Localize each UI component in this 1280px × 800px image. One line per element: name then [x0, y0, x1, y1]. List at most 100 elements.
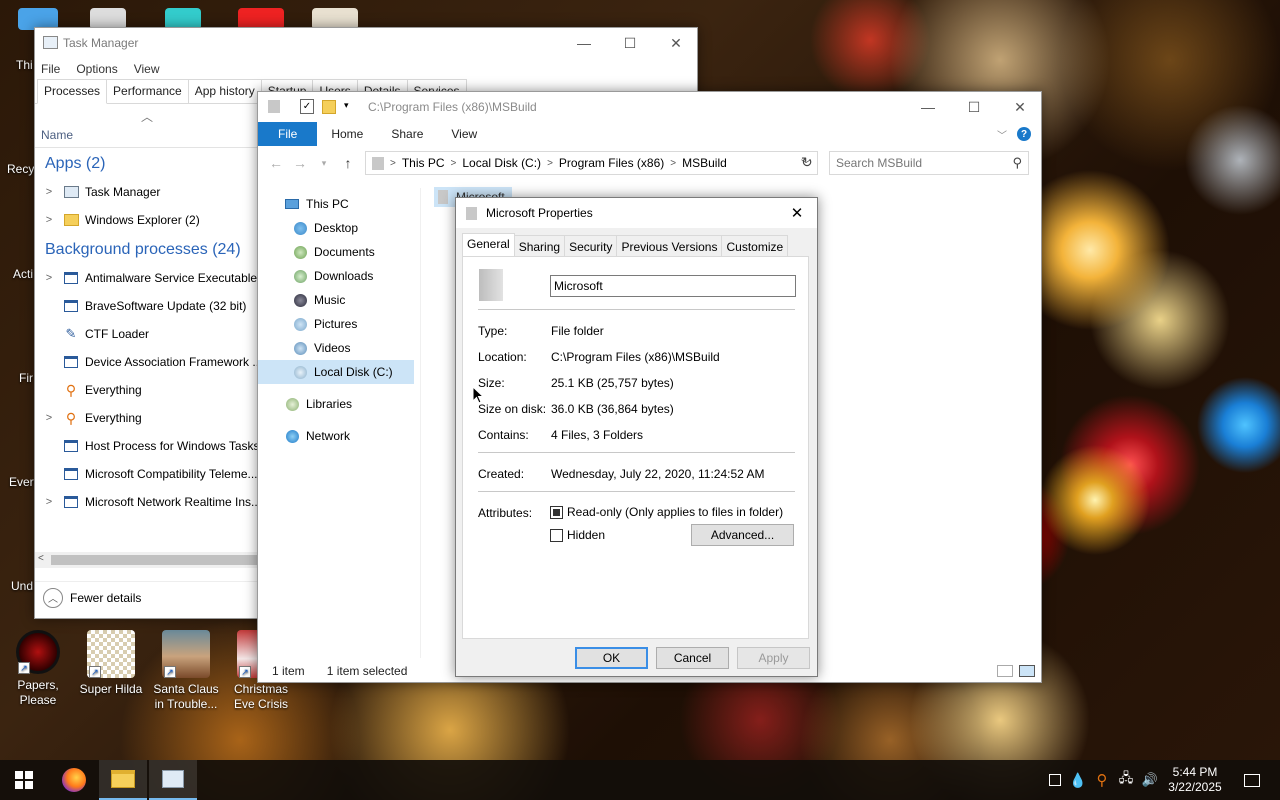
large-icons-view-icon[interactable]	[1019, 665, 1035, 677]
close-button[interactable]: ✕	[653, 28, 699, 58]
up-icon[interactable]: ↑	[336, 155, 360, 171]
expand-ribbon-icon[interactable]: ﹀	[997, 122, 1007, 146]
cancel-button[interactable]: Cancel	[656, 647, 729, 669]
new-folder-quick-icon[interactable]	[322, 100, 336, 114]
nav-item-music[interactable]: Music	[258, 288, 418, 312]
ribbon-tab-view[interactable]: View	[437, 122, 491, 146]
horizontal-scrollbar[interactable]: <	[35, 552, 259, 568]
taskbar-firefox[interactable]	[50, 760, 98, 800]
maximize-button[interactable]: ☐	[951, 92, 997, 122]
task-manager-footer: ︿ Fewer details	[35, 581, 259, 613]
fewer-details-link[interactable]: Fewer details	[70, 591, 141, 605]
everything-tray-icon[interactable]: ⚲	[1092, 760, 1112, 800]
desktop-icon-super-hilda[interactable]: ↗ Super Hilda	[73, 630, 149, 697]
menu-options[interactable]: Options	[76, 62, 117, 76]
this-pc-icon	[284, 196, 300, 212]
expand-chevron-icon[interactable]: >	[35, 272, 57, 284]
expand-chevron-icon[interactable]: >	[35, 496, 57, 508]
back-icon[interactable]: ←	[264, 155, 288, 171]
nav-item-documents[interactable]: Documents	[258, 240, 418, 264]
advanced-button[interactable]: Advanced...	[691, 524, 794, 546]
readonly-checkbox[interactable]	[550, 505, 563, 519]
desktop-icon-santa-claus[interactable]: ↗ Santa Claus in Trouble...	[148, 630, 224, 712]
folder-name-input[interactable]	[550, 275, 796, 297]
folder-icon	[63, 212, 79, 228]
ribbon-tab-share[interactable]: Share	[377, 122, 437, 146]
ok-button[interactable]: OK	[575, 647, 648, 669]
type-label: Type:	[478, 324, 508, 338]
network-tray-icon[interactable]: 🖧	[1116, 760, 1136, 800]
action-icon[interactable]	[1046, 760, 1064, 800]
desktop-icon-papers-please[interactable]: ↗ Papers, Please	[0, 630, 76, 708]
ribbon-tab-home[interactable]: Home	[317, 122, 377, 146]
forward-icon[interactable]: →	[288, 155, 312, 171]
tab-app-history[interactable]: App history	[187, 79, 262, 103]
breadcrumb-local-disk[interactable]: Local Disk (C:)	[462, 156, 541, 170]
address-bar[interactable]: > This PC > Local Disk (C:) > Program Fi…	[365, 151, 818, 175]
expand-chevron-icon[interactable]: >	[35, 186, 57, 198]
downloads-icon	[292, 268, 308, 284]
details-view-icon[interactable]	[997, 665, 1013, 677]
hidden-checkbox[interactable]	[550, 528, 563, 542]
close-button[interactable]: ✕	[777, 198, 817, 228]
chevron-up-icon[interactable]: ︿	[43, 587, 63, 608]
scroll-left-icon[interactable]: <	[38, 553, 44, 564]
properties-titlebar[interactable]: Microsoft Properties ✕	[456, 198, 817, 228]
breadcrumb-program-files[interactable]: Program Files (x86)	[559, 156, 664, 170]
process-name: Task Manager	[85, 185, 161, 199]
menu-file[interactable]: File	[41, 62, 60, 76]
desktop-edge-label-firefox[interactable]: Fir	[19, 371, 33, 385]
search-box[interactable]: Search MSBuild ⚲	[829, 151, 1029, 175]
close-button[interactable]: ✕	[997, 92, 1043, 122]
task-manager-titlebar[interactable]: Task Manager — ☐ ✕	[35, 28, 697, 58]
menu-view[interactable]: View	[134, 62, 160, 76]
nav-item-videos[interactable]: Videos	[258, 336, 418, 360]
breadcrumb-msbuild[interactable]: MSBuild	[682, 156, 727, 170]
volume-icon[interactable]: 🔊	[1140, 760, 1160, 800]
start-button[interactable]	[0, 760, 48, 800]
task-manager-menubar: File Options View	[35, 58, 697, 80]
tab-performance[interactable]: Performance	[106, 79, 189, 103]
nav-item-downloads[interactable]: Downloads	[258, 264, 418, 288]
nav-item-libraries[interactable]: Libraries	[258, 392, 418, 416]
minimize-button[interactable]: —	[905, 92, 951, 122]
maximize-button[interactable]: ☐	[607, 28, 653, 58]
general-tab-panel: Type: File folder Location: C:\Program F…	[462, 256, 809, 639]
nav-item-network[interactable]: Network	[258, 424, 418, 448]
notification-center-icon[interactable]	[1232, 760, 1272, 800]
taskbar-task-manager[interactable]	[149, 760, 197, 800]
quick-access-dropdown-icon[interactable]: ▾	[344, 100, 349, 111]
clock[interactable]: 5:44 PM 3/22/2025	[1164, 760, 1226, 800]
name-column-label[interactable]: Name	[41, 128, 73, 142]
taskbar-file-explorer[interactable]	[99, 760, 147, 800]
expand-chevron-icon[interactable]: >	[35, 412, 57, 424]
properties-quick-icon[interactable]: ✓	[300, 99, 314, 114]
nav-item-local-disk[interactable]: Local Disk (C:)	[258, 360, 414, 384]
nav-pane-divider[interactable]	[420, 188, 421, 658]
desktop-edge-label-acti[interactable]: Acti	[13, 267, 33, 281]
desktop-edge-label-undertale[interactable]: Und	[11, 579, 33, 593]
hidden-checkbox-row[interactable]: Hidden	[550, 528, 605, 542]
breadcrumb-this-pc[interactable]: This PC	[402, 156, 445, 170]
desktop-edge-label-this-pc[interactable]: Thi	[16, 58, 33, 72]
nav-item-this-pc[interactable]: This PC	[258, 192, 418, 216]
task-manager-app-icon	[43, 36, 58, 49]
ribbon-tab-file[interactable]: File	[258, 122, 318, 146]
nav-item-desktop[interactable]: Desktop	[258, 216, 418, 240]
scrollbar-thumb[interactable]	[51, 555, 257, 565]
minimize-button[interactable]: —	[561, 28, 607, 58]
window-app-icon	[63, 494, 79, 510]
tab-processes[interactable]: Processes	[37, 79, 108, 104]
expand-chevron-icon[interactable]: >	[35, 214, 57, 226]
help-icon[interactable]: ?	[1017, 127, 1031, 141]
search-icon[interactable]: ⚲	[1012, 155, 1022, 171]
shortcut-arrow-icon: ↗	[18, 662, 30, 674]
desktop-edge-label-recycle[interactable]: Recy	[7, 162, 34, 176]
droplet-icon[interactable]: 💧	[1068, 760, 1088, 800]
refresh-icon[interactable]: ↻	[801, 154, 813, 171]
nav-item-pictures[interactable]: Pictures	[258, 312, 418, 336]
readonly-checkbox-row[interactable]: Read-only (Only applies to files in fold…	[550, 505, 783, 519]
apply-button[interactable]: Apply	[737, 647, 810, 669]
explorer-titlebar[interactable]: ✓ ▾ C:\Program Files (x86)\MSBuild — ☐ ✕	[258, 92, 1041, 122]
recent-locations-icon[interactable]: ▾	[312, 158, 336, 169]
